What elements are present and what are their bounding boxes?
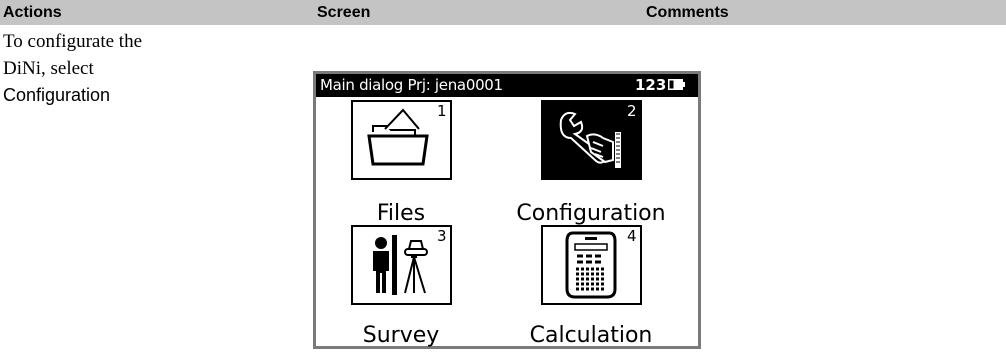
action-instructions: To configurate the DiNi, select Configur… bbox=[3, 28, 303, 109]
tile-number-4: 4 bbox=[627, 227, 637, 245]
tile-label-configuration: Configuration bbox=[516, 201, 666, 226]
tile-number-1: 1 bbox=[437, 102, 447, 120]
action-line-1: To configurate the bbox=[3, 31, 143, 52]
device-screen: Main dialog Prj: jena0001 123 1 Files 2 … bbox=[313, 71, 701, 349]
tile-label-files: Files bbox=[376, 201, 426, 226]
tile-label-calculation: Calculation bbox=[529, 323, 653, 348]
header-screen: Screen bbox=[317, 4, 371, 21]
tile-calculation[interactable]: 4 bbox=[541, 225, 642, 305]
tile-label-survey: Survey bbox=[362, 323, 440, 348]
action-line-2: DiNi, select bbox=[3, 58, 94, 79]
calculator-icon bbox=[565, 231, 617, 299]
battery-icon bbox=[668, 79, 685, 90]
device-title: Main dialog Prj: jena0001 bbox=[320, 76, 503, 94]
tile-number-2: 2 bbox=[627, 102, 637, 120]
header-comments: Comments bbox=[646, 4, 729, 21]
device-title-bar: Main dialog Prj: jena0001 123 bbox=[316, 74, 698, 97]
action-line-3: Configuration bbox=[3, 85, 111, 105]
tile-configuration[interactable]: 2 bbox=[541, 100, 642, 180]
tile-survey[interactable]: 3 bbox=[351, 225, 452, 305]
device-title-number: 123 bbox=[635, 76, 667, 94]
folder-icon bbox=[367, 108, 429, 166]
surveyor-level-icon bbox=[373, 235, 428, 295]
wrench-hand-icon bbox=[559, 111, 621, 168]
tile-files[interactable]: 1 bbox=[351, 100, 452, 180]
header-actions: Actions bbox=[3, 4, 62, 21]
tile-number-3: 3 bbox=[437, 227, 447, 245]
table-header-row: Actions Screen Comments bbox=[0, 0, 1006, 25]
